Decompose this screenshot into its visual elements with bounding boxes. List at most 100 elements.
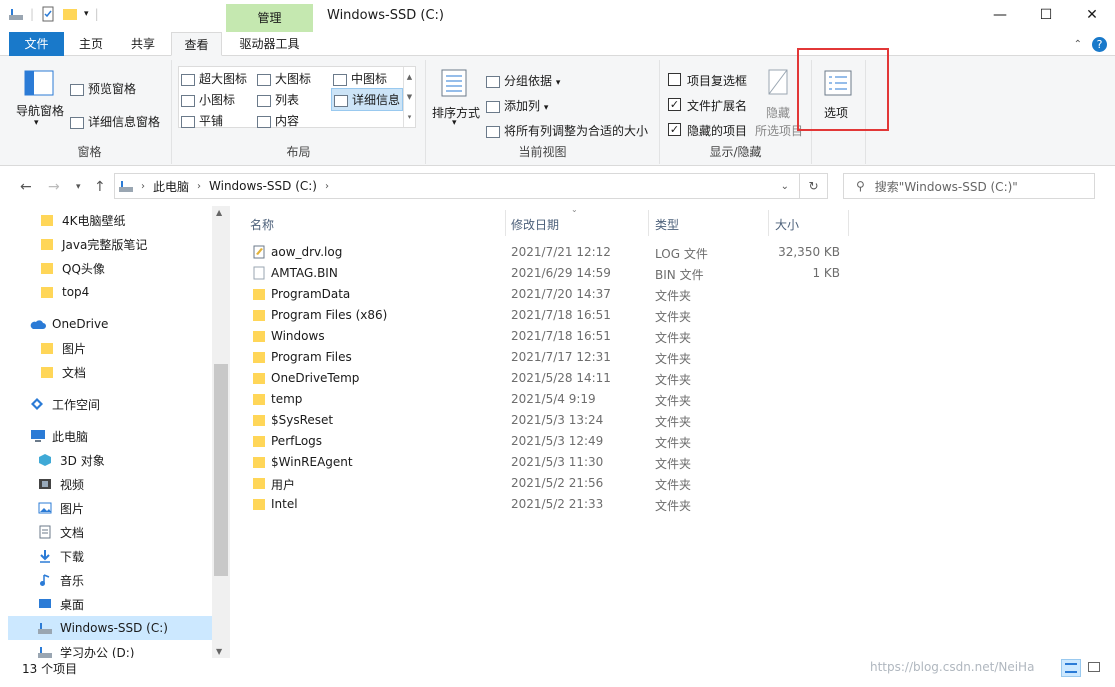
navigation-pane-button[interactable]: 导航窗格 (16, 102, 64, 119)
search-box[interactable]: ⚲ 搜索"Windows-SSD (C:)" (843, 173, 1095, 199)
breadcrumb-separator-icon[interactable]: › (197, 181, 201, 192)
customize-qat-icon[interactable]: ▾ (84, 9, 89, 19)
tab-manage-context[interactable]: 管理 (226, 4, 313, 32)
nav-item[interactable]: Java完整版笔记 (8, 232, 212, 256)
nav-scroll-thumb[interactable] (214, 364, 228, 576)
breadcrumb-separator-icon[interactable]: › (325, 181, 329, 192)
nav-item[interactable]: 4K电脑壁纸 (8, 208, 212, 232)
minimize-button[interactable]: — (977, 0, 1023, 30)
up-arrow-icon[interactable]: ↑ (94, 179, 106, 195)
breadcrumb-drive[interactable]: Windows-SSD (C:) (209, 179, 317, 193)
item-checkboxes-checkbox[interactable] (668, 73, 681, 86)
nav-item[interactable]: 文档 (8, 520, 212, 544)
address-bar[interactable]: › 此电脑 › Windows-SSD (C:) › ⌄ (114, 173, 800, 199)
nav-item[interactable]: 音乐 (8, 568, 212, 592)
layout-tiles[interactable]: 平铺 (181, 112, 223, 129)
column-separator[interactable] (768, 210, 769, 236)
layout-list[interactable]: 列表 (257, 91, 299, 108)
help-icon[interactable]: ? (1092, 37, 1107, 52)
large-icons-view-button[interactable] (1084, 659, 1104, 677)
nav-item[interactable]: OneDrive (8, 312, 212, 336)
file-row[interactable]: aow_drv.log 2021/7/21 12:12 LOG 文件 32,350 K… (248, 242, 848, 263)
layout-scroll-arrows[interactable]: ▲ ▼ ▾ (403, 67, 415, 127)
file-row[interactable]: Intel 2021/5/2 21:33 文件夹 (248, 494, 848, 515)
column-header-type[interactable]: 类型 (655, 216, 679, 236)
hide-selected-label-2[interactable]: 所选项目 (755, 122, 803, 139)
nav-item[interactable]: 下载 (8, 544, 212, 568)
layout-content[interactable]: 内容 (257, 112, 299, 129)
hidden-items-label[interactable]: 隐藏的项目 (687, 122, 747, 139)
tab-file[interactable]: 文件 (9, 32, 64, 56)
nav-item[interactable]: top4 (8, 280, 212, 304)
close-button[interactable]: ✕ (1069, 0, 1115, 30)
nav-item[interactable]: 图片 (8, 496, 212, 520)
sort-by-icon[interactable] (440, 68, 468, 98)
file-row[interactable]: ProgramData 2021/7/20 14:37 文件夹 (248, 284, 848, 305)
hide-selected-label-1[interactable]: 隐藏 (766, 104, 790, 121)
layout-small[interactable]: 小图标 (181, 91, 235, 108)
hide-selected-icon[interactable] (766, 68, 790, 96)
back-arrow-icon[interactable]: ← (20, 179, 32, 195)
file-row[interactable]: Windows 2021/7/18 16:51 文件夹 (248, 326, 848, 347)
tab-home[interactable]: 主页 (66, 32, 116, 56)
nav-item[interactable]: 桌面 (8, 592, 212, 616)
item-checkboxes-label[interactable]: 项目复选框 (687, 72, 747, 89)
column-separator[interactable] (505, 210, 506, 236)
file-row[interactable]: AMTAG.BIN 2021/6/29 14:59 BIN 文件 1 KB (248, 263, 848, 284)
navigation-pane-icon[interactable] (24, 70, 54, 96)
file-row[interactable]: $WinREAgent 2021/5/3 11:30 文件夹 (248, 452, 848, 473)
nav-item[interactable]: 图片 (8, 336, 212, 360)
tab-share[interactable]: 共享 (118, 32, 168, 56)
file-row[interactable]: temp 2021/5/4 9:19 文件夹 (248, 389, 848, 410)
drive-icon[interactable] (8, 6, 24, 22)
properties-icon[interactable] (40, 6, 56, 22)
add-columns-button[interactable]: 添加列 ▾ (486, 97, 548, 114)
tab-drive-tools[interactable]: 驱动器工具 (226, 32, 313, 56)
column-header-date[interactable]: 修改日期 (511, 216, 559, 236)
nav-item[interactable]: 学习办公 (D:) (8, 640, 212, 658)
column-header-name[interactable]: 名称 (250, 216, 274, 236)
nav-item[interactable]: 3D 对象 (8, 448, 212, 472)
column-separator[interactable] (848, 210, 849, 236)
recent-locations-icon[interactable]: ▾ (76, 182, 81, 192)
scroll-down-icon[interactable]: ▼ (216, 647, 222, 656)
search-input[interactable]: 搜索"Windows-SSD (C:)" (875, 178, 1018, 195)
group-by-button[interactable]: 分组依据 ▾ (486, 72, 560, 89)
preview-pane-button[interactable]: 预览窗格 (70, 80, 136, 97)
refresh-button[interactable]: ↻ (800, 173, 828, 199)
file-row[interactable]: OneDriveTemp 2021/5/28 14:11 文件夹 (248, 368, 848, 389)
nav-item[interactable]: 此电脑 (8, 424, 212, 448)
layout-details[interactable]: 详细信息 (331, 88, 404, 111)
collapse-ribbon-icon[interactable]: ⌃ (1074, 39, 1082, 50)
forward-arrow-icon[interactable]: → (48, 179, 60, 195)
file-extensions-label[interactable]: 文件扩展名 (687, 97, 747, 114)
new-folder-icon[interactable] (62, 6, 78, 22)
maximize-button[interactable]: ☐ (1023, 0, 1069, 30)
layout-large[interactable]: 大图标 (257, 70, 311, 87)
address-dropdown-icon[interactable]: ⌄ (781, 181, 789, 192)
tab-view[interactable]: 查看 (171, 32, 222, 56)
breadcrumb-this-pc[interactable]: 此电脑 (153, 178, 189, 195)
column-separator[interactable] (648, 210, 649, 236)
details-pane-button[interactable]: 详细信息窗格 (70, 113, 160, 130)
layout-extra-large[interactable]: 超大图标 (181, 70, 247, 87)
column-header-size[interactable]: 大小 (775, 216, 799, 236)
size-all-columns-button[interactable]: 将所有列调整为合适的大小 (486, 122, 648, 139)
scroll-up-icon[interactable]: ▲ (216, 208, 222, 217)
file-row[interactable]: Program Files 2021/7/17 12:31 文件夹 (248, 347, 848, 368)
nav-item[interactable]: 工作空间 (8, 392, 212, 416)
breadcrumb-separator-icon[interactable]: › (141, 181, 145, 192)
nav-item[interactable]: 视频 (8, 472, 212, 496)
nav-item[interactable]: QQ头像 (8, 256, 212, 280)
file-row[interactable]: PerfLogs 2021/5/3 12:49 文件夹 (248, 431, 848, 452)
layout-medium[interactable]: 中图标 (333, 70, 387, 87)
file-row[interactable]: 用户 2021/5/2 21:56 文件夹 (248, 473, 848, 494)
nav-scrollbar[interactable]: ▲ ▼ (212, 206, 230, 658)
details-view-button[interactable] (1061, 659, 1081, 677)
file-row[interactable]: Program Files (x86) 2021/7/18 16:51 文件夹 (248, 305, 848, 326)
hidden-items-checkbox[interactable]: ✓ (668, 123, 681, 136)
nav-item[interactable]: 文档 (8, 360, 212, 384)
file-row[interactable]: $SysReset 2021/5/3 13:24 文件夹 (248, 410, 848, 431)
nav-item[interactable]: Windows-SSD (C:) (8, 616, 212, 640)
file-extensions-checkbox[interactable]: ✓ (668, 98, 681, 111)
